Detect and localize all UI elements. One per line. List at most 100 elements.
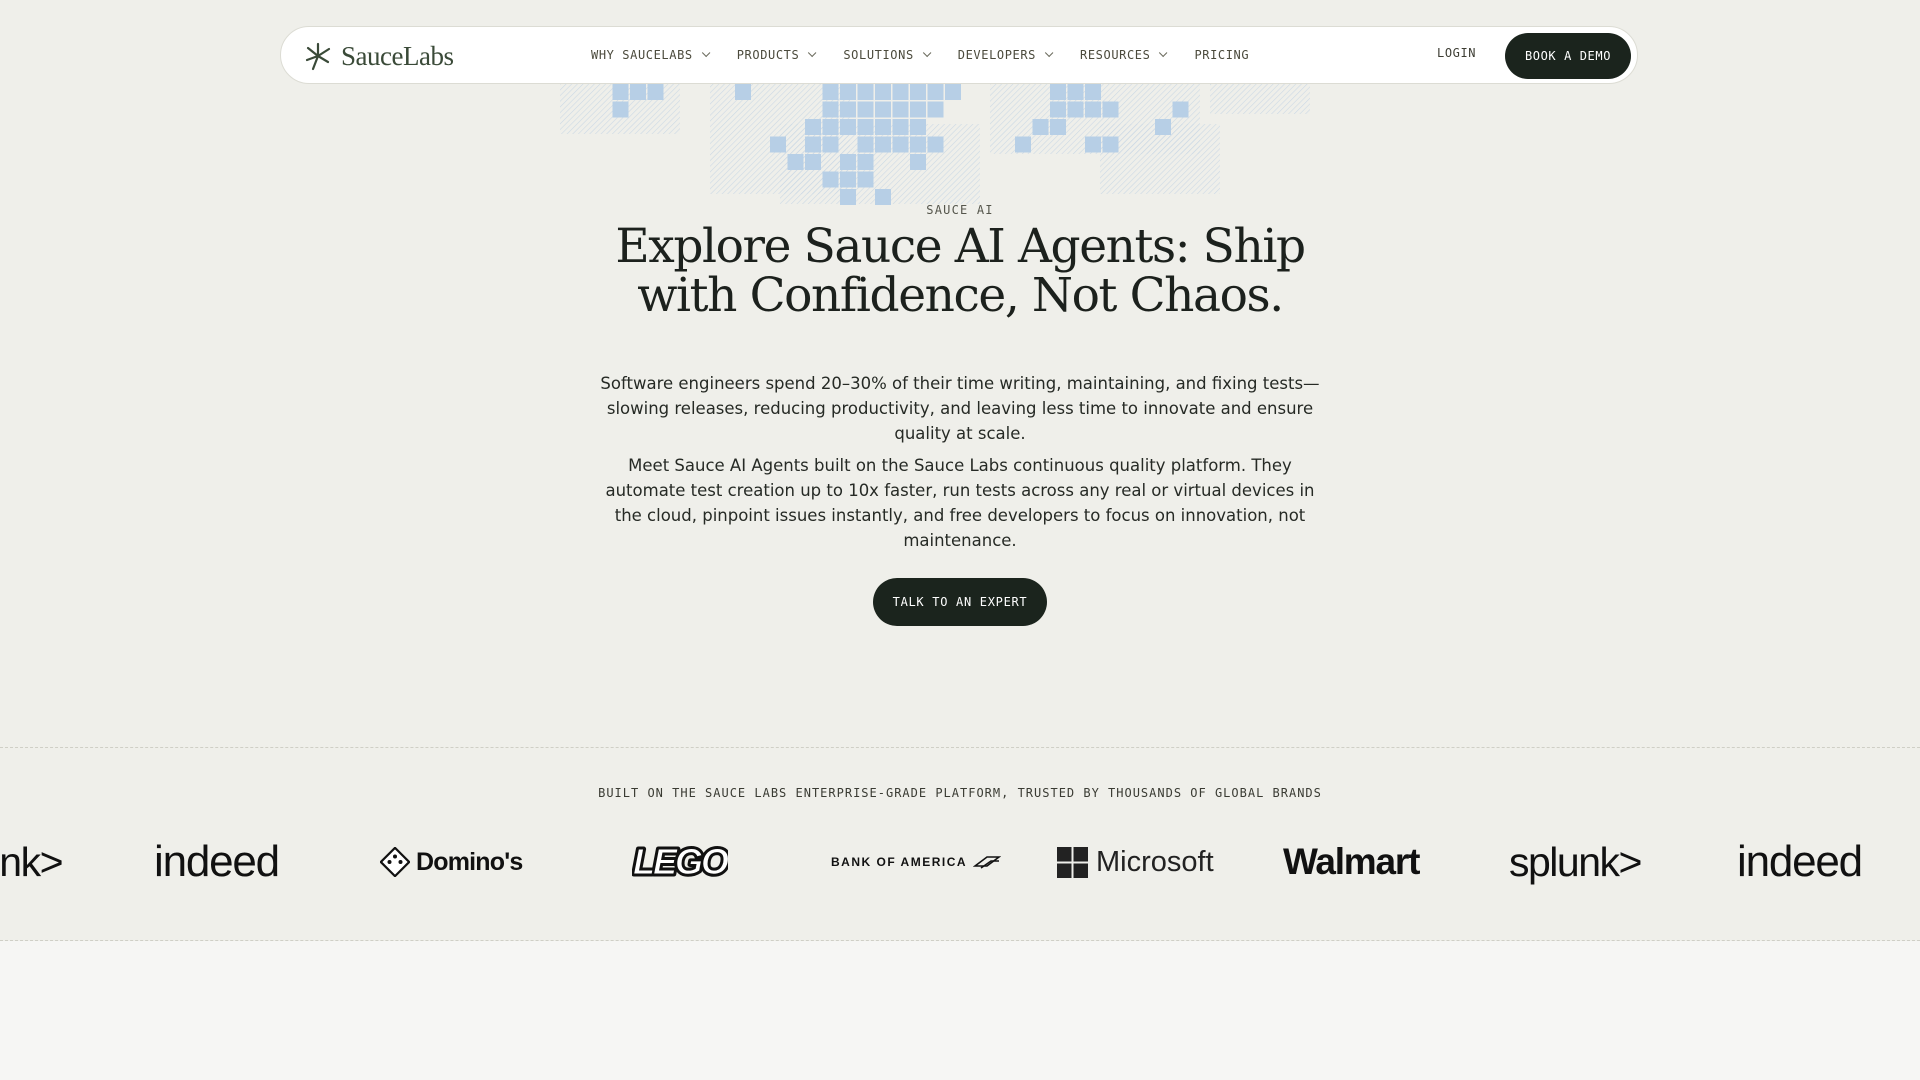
login-link[interactable]: LOGIN <box>1437 46 1476 60</box>
next-section-background <box>0 941 1920 1080</box>
book-a-demo-button[interactable]: BOOK A DEMO <box>1505 33 1631 79</box>
trusted-brands-caption: BUILT ON THE SAUCE LABS ENTERPRISE-GRADE… <box>598 786 1322 800</box>
pixel-cell <box>612 101 629 118</box>
indeed-logo: indeed <box>154 832 280 892</box>
pixel-cell <box>857 171 874 188</box>
nav-item-label: WHY SAUCELABS <box>591 48 693 62</box>
pixel-cell <box>945 84 961 100</box>
microsoft-logo: Microsoft <box>1057 832 1214 892</box>
pixel-cell <box>1032 119 1049 135</box>
pixel-cell <box>1085 136 1101 153</box>
pixel-cell <box>840 171 856 188</box>
microsoft-wordmark: Microsoft <box>1096 845 1214 878</box>
pixel-cell <box>840 154 856 170</box>
hero-eyebrow: SAUCE AI <box>926 203 994 217</box>
hero-paragraph-1: Software engineers spend 20–30% of their… <box>600 374 1320 443</box>
pixel-cell <box>1155 119 1171 135</box>
chevron-down-icon <box>701 48 711 58</box>
pixel-cell <box>892 119 909 135</box>
pixel-cell <box>910 136 926 153</box>
pixel-cell <box>1085 84 1101 100</box>
logo-wordmark: SauceLabs <box>341 40 454 71</box>
trusted-brands-section: BUILT ON THE SAUCE LABS ENTERPRISE-GRADE… <box>0 747 1920 941</box>
chevron-down-icon <box>808 48 817 58</box>
pixel-cell <box>857 119 874 135</box>
chevron-down-icon <box>1159 48 1168 58</box>
pixel-cell <box>875 119 891 135</box>
nav-item-solutions[interactable]: SOLUTIONS <box>843 48 932 62</box>
boa-wordmark: BANK OF AMERICA <box>831 855 968 869</box>
chevron-down-icon <box>922 48 932 58</box>
top-navigation-bar: SauceLabs WHY SAUCELABS PRODUCTS SOLUTIO… <box>280 26 1638 84</box>
bank-of-america-logo: BANK OF AMERICA <box>831 832 1002 892</box>
nav-item-why-saucelabs[interactable]: WHY SAUCELABS <box>591 48 711 62</box>
pixel-cell <box>1067 84 1084 100</box>
headline-line-2: with Confidence, Not Chaos. <box>637 268 1284 323</box>
pixel-cell <box>875 136 891 153</box>
pixel-cell <box>1172 101 1189 118</box>
pixel-cell <box>910 119 926 135</box>
nav-item-developers[interactable]: DEVELOPERS <box>957 48 1054 62</box>
pixel-cell <box>857 84 874 100</box>
pixel-cell <box>822 101 839 118</box>
pixel-cell <box>1050 119 1066 135</box>
nav-item-label: PRODUCTS <box>736 48 800 62</box>
pixel-cell <box>910 84 926 100</box>
lego-wordmark-graphic: LEGO LEGO <box>632 839 728 885</box>
splunk-logo-repeat: splunk > <box>1509 838 1642 885</box>
pixel-cell <box>822 171 839 188</box>
walmart-wordmark: Walmart <box>1283 841 1420 882</box>
pixel-cell <box>910 154 926 170</box>
pixel-cell <box>840 101 856 118</box>
pixel-cell <box>1102 101 1119 118</box>
nav-item-products[interactable]: PRODUCTS <box>736 48 817 62</box>
walmart-logo: Walmart <box>1283 832 1420 892</box>
nav-item-label: DEVELOPERS <box>957 48 1037 62</box>
nav-item-pricing[interactable]: PRICING <box>1194 48 1249 62</box>
headline-line-1: Explore Sauce AI Agents: Ship <box>615 219 1306 274</box>
pixel-cell <box>822 136 839 153</box>
pixel-cell <box>892 101 909 118</box>
pixel-cell <box>805 154 821 170</box>
pixel-cell <box>612 84 629 100</box>
page-title: Explore Sauce AI Agents: Ship with Confi… <box>560 222 1360 320</box>
chevron-down-icon <box>1044 48 1054 58</box>
dominos-wordmark: Domino's <box>416 847 523 876</box>
pixel-cell <box>735 84 751 100</box>
pixel-cell <box>805 136 821 153</box>
main-menu: WHY SAUCELABS PRODUCTS SOLUTIONS DEVELOP… <box>591 27 1279 83</box>
pixel-cell <box>1085 101 1101 118</box>
pixel-cell <box>857 136 874 153</box>
nav-item-label: PRICING <box>1194 48 1250 62</box>
pixel-cell <box>927 84 944 100</box>
pixel-cell <box>910 101 926 118</box>
hero-paragraph-2: Meet Sauce AI Agents built on the Sauce … <box>605 456 1315 550</box>
pixel-cell <box>1102 136 1119 153</box>
pixel-cell <box>1067 101 1084 118</box>
pixel-cell <box>770 136 786 153</box>
domino-tile-icon <box>380 847 410 877</box>
pixel-cell <box>875 101 891 118</box>
saucelabs-logo[interactable]: SauceLabs <box>303 40 454 71</box>
nav-item-label: SOLUTIONS <box>843 48 914 62</box>
indeed-wordmark: indeed <box>154 837 280 886</box>
indeed-wordmark: indeed <box>1737 837 1863 886</box>
pixel-cell <box>892 84 909 100</box>
indeed-logo-repeat: indeed <box>1737 832 1863 892</box>
pixel-cell <box>927 136 944 153</box>
nav-item-resources[interactable]: RESOURCES <box>1080 48 1168 62</box>
nav-item-label: RESOURCES <box>1080 48 1151 62</box>
pixel-cell <box>787 154 804 170</box>
splunk-logo: splunk unk> <box>0 838 64 885</box>
pixel-cell <box>647 84 664 100</box>
pixel-cell <box>927 101 944 118</box>
sauce-asterisk-icon <box>305 42 331 71</box>
pixel-cell <box>1015 136 1031 153</box>
pixel-cell <box>822 119 839 135</box>
pixel-cell <box>1050 84 1066 100</box>
pixel-cell <box>822 84 839 100</box>
splunk-wordmark: splunk <box>1509 838 1620 885</box>
pixel-cell <box>875 84 891 100</box>
dominos-logo: Domino's <box>380 832 523 892</box>
talk-to-an-expert-button[interactable]: TALK TO AN EXPERT <box>873 578 1047 626</box>
